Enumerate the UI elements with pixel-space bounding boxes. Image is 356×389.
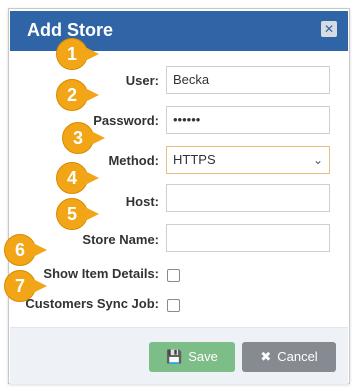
- host-input[interactable]: [166, 184, 330, 212]
- method-label: Method:: [108, 153, 159, 168]
- callout-badge-1: 1: [56, 38, 99, 70]
- user-input[interactable]: Becka: [166, 66, 330, 94]
- chevron-down-icon: ⌄: [312, 153, 323, 167]
- store-name-input[interactable]: [166, 224, 330, 252]
- callout-badge-3: 3: [62, 122, 105, 154]
- save-button[interactable]: 💾 Save: [149, 342, 235, 372]
- password-input[interactable]: ••••••: [166, 106, 330, 134]
- callout-badge-5: 5: [56, 198, 99, 230]
- method-selected-value: HTTPS: [173, 152, 216, 167]
- callout-badge-6: 6: [4, 234, 47, 266]
- cancel-button[interactable]: ✖ Cancel: [242, 342, 336, 372]
- save-label: Save: [188, 349, 218, 364]
- close-icon: ✖: [260, 349, 272, 364]
- customers-sync-job-checkbox[interactable]: [167, 299, 180, 312]
- method-select[interactable]: HTTPS ⌄: [166, 146, 330, 174]
- close-icon[interactable]: ✕: [321, 21, 337, 37]
- callout-badge-2: 2: [56, 79, 99, 111]
- customers-sync-job-label: Customers Sync Job:: [25, 296, 159, 311]
- callout-badge-7: 7: [4, 270, 47, 302]
- show-item-details-checkbox[interactable]: [167, 269, 180, 282]
- callout-badge-4: 4: [56, 162, 99, 194]
- cancel-label: Cancel: [277, 349, 318, 364]
- save-icon: 💾: [166, 349, 183, 364]
